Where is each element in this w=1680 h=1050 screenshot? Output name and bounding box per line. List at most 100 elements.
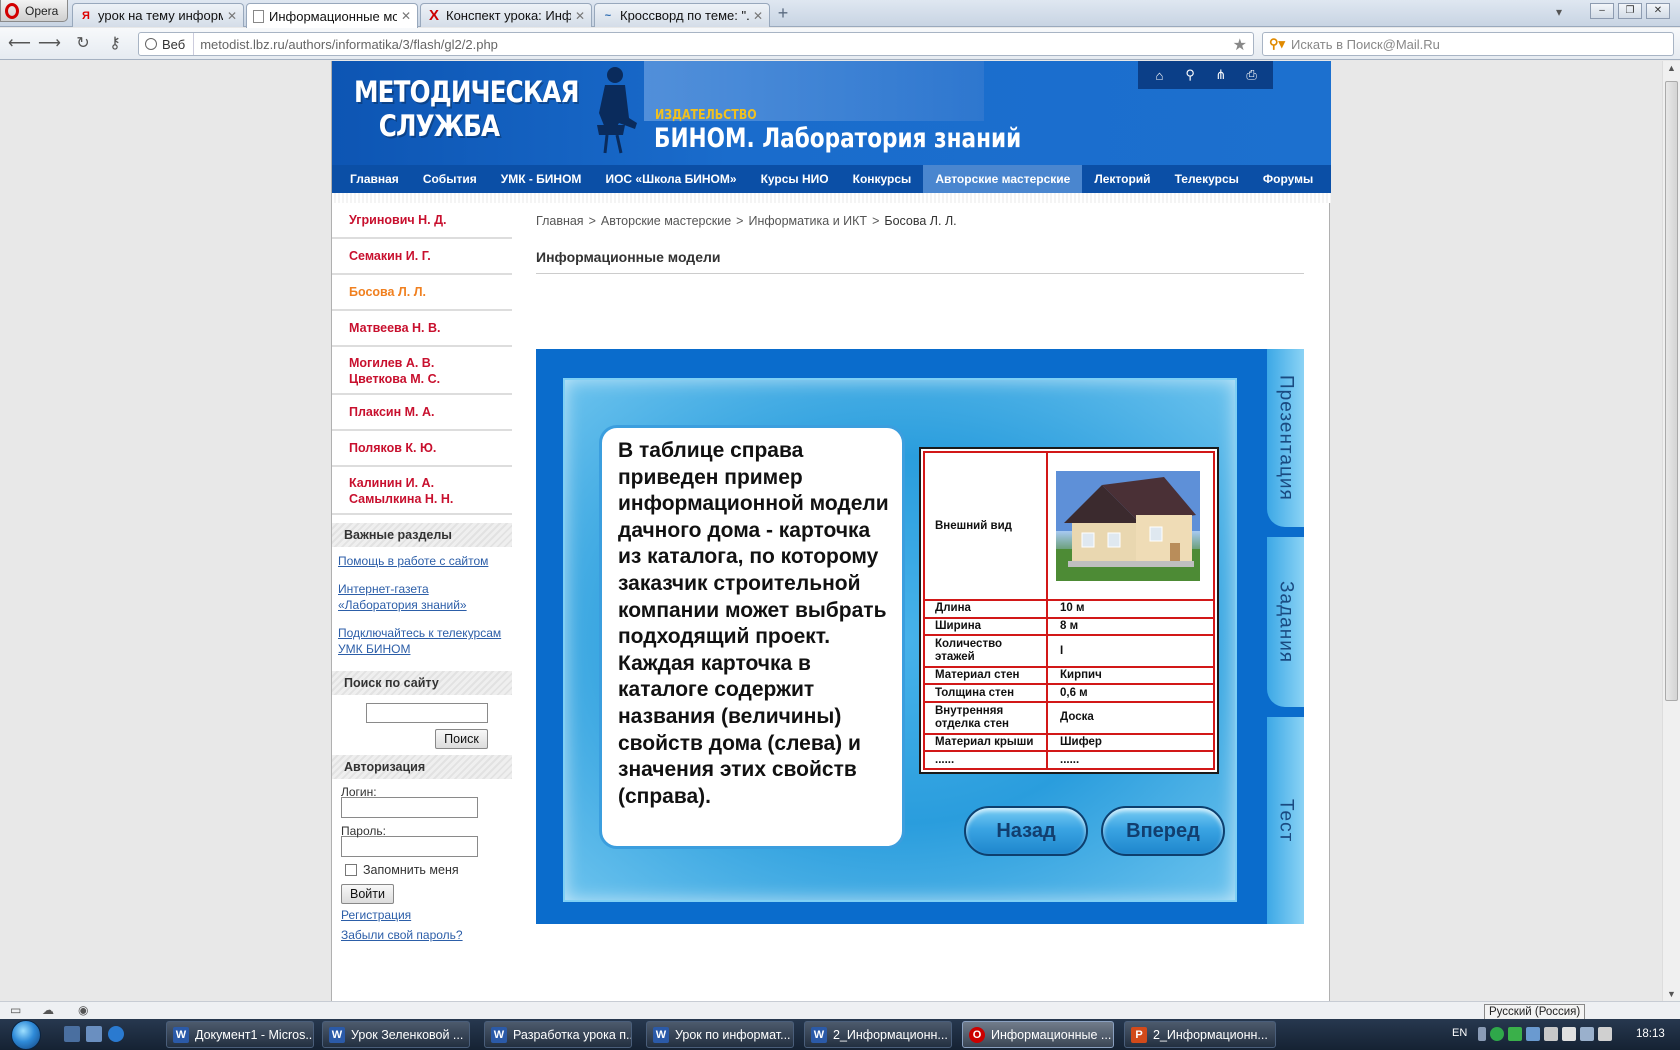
nav-item-workshops[interactable]: Авторские мастерские xyxy=(923,165,1083,193)
sidebar-author-link[interactable]: Плаксин М. А. xyxy=(332,395,512,431)
reload-icon[interactable]: ↻ xyxy=(72,33,94,55)
login-field[interactable] xyxy=(341,797,478,818)
login-button[interactable]: Войти xyxy=(341,884,394,904)
remember-checkbox[interactable] xyxy=(345,864,357,876)
nav-item-events[interactable]: События xyxy=(411,165,489,193)
taskbar-button-label: 2_Информационн... xyxy=(833,1027,948,1042)
home-icon[interactable]: ⌂ xyxy=(1149,68,1169,83)
telecourses-link[interactable]: Подключайтесь к телекурсам УМК БИНОМ xyxy=(332,615,512,659)
tab-tasks[interactable]: Задания xyxy=(1267,537,1304,707)
print-icon[interactable]: ⎙ xyxy=(1242,67,1262,83)
nav-item-umk[interactable]: УМК - БИНОМ xyxy=(489,165,594,193)
web-badge[interactable]: Веб xyxy=(139,33,195,55)
restore-icon[interactable]: ❐ xyxy=(1618,3,1642,19)
key-icon[interactable]: ⚷ xyxy=(104,33,126,55)
internet-explorer-icon[interactable] xyxy=(108,1026,124,1042)
sidebar-author-link[interactable]: Могилев А. В. Цветкова М. С. xyxy=(332,347,512,395)
taskbar-button[interactable]: W Урок по информат... xyxy=(646,1021,794,1048)
nav-item-telecourses[interactable]: Телекурсы xyxy=(1163,165,1251,193)
sidebar-author-link[interactable]: Поляков К. Ю. xyxy=(332,431,512,467)
url-field[interactable]: Веб metodist.lbz.ru/authors/informatika/… xyxy=(138,32,1254,56)
author-name: Калинин И. А. xyxy=(349,476,435,490)
close-icon[interactable]: ✕ xyxy=(575,9,585,23)
browser-tab[interactable]: Я урок на тему информ... ✕ xyxy=(72,3,244,27)
tray-app-icon[interactable] xyxy=(1544,1027,1558,1041)
sitemap-icon[interactable]: ⋔ xyxy=(1211,67,1231,83)
back-button[interactable]: Назад xyxy=(964,806,1088,856)
opera-menu-button[interactable]: Opera xyxy=(0,0,68,22)
browser-tab[interactable]: X Конспект урока: Инф... ✕ xyxy=(420,3,592,27)
panel-toggle-icon[interactable]: ▭ xyxy=(10,1003,21,1017)
forgot-password-link[interactable]: Забыли свой пароль? xyxy=(341,924,512,944)
nav-item-home[interactable]: Главная xyxy=(338,165,411,193)
sidebar-author-link-current[interactable]: Босова Л. Л. xyxy=(332,275,512,311)
taskbar-button[interactable]: W Разработка урока п... xyxy=(484,1021,632,1048)
breadcrumb-item[interactable]: Авторские мастерские xyxy=(601,214,731,228)
back-icon[interactable]: ⟵ xyxy=(8,33,31,55)
help-link[interactable]: Помощь в работе с сайтом xyxy=(332,547,512,571)
tab-presentation[interactable]: Презентация xyxy=(1267,349,1304,527)
taskbar-button-active[interactable]: O Информационные ... xyxy=(962,1021,1114,1048)
nav-item-courses[interactable]: Курсы НИО xyxy=(749,165,841,193)
taskbar-button[interactable]: W 2_Информационн... xyxy=(804,1021,952,1048)
nav-item-forums[interactable]: Форумы xyxy=(1251,165,1325,193)
bookmark-star-icon[interactable]: ★ xyxy=(1233,35,1247,55)
nav-item-ios[interactable]: ИОС «Школа БИНОМ» xyxy=(593,165,748,193)
tab-test[interactable]: Тест xyxy=(1267,717,1304,924)
volume-icon[interactable] xyxy=(1598,1027,1612,1041)
nav-item-contests[interactable]: Конкурсы xyxy=(841,165,924,193)
breadcrumb-item[interactable]: Главная xyxy=(536,214,584,228)
taskbar-button[interactable]: W Документ1 - Micros... xyxy=(166,1021,314,1048)
speed-dial-icon[interactable]: ◉ xyxy=(78,1003,88,1017)
forward-button[interactable]: Вперед xyxy=(1101,806,1225,856)
start-button[interactable] xyxy=(6,1019,46,1050)
close-icon[interactable]: ✕ xyxy=(401,9,411,23)
show-desktop-icon[interactable] xyxy=(64,1026,80,1042)
sidebar-author-link[interactable]: Калинин И. А. Самылкина Н. Н. xyxy=(332,467,512,515)
sidebar-author-link[interactable]: Матвеева Н. В. xyxy=(332,311,512,347)
flash-lesson-frame[interactable]: Презентация Задания Тест В таблице справ… xyxy=(536,349,1304,924)
tab-list-chevron-icon[interactable]: ▾ xyxy=(1556,5,1562,19)
sidebar-author-link[interactable]: Семакин И. Г. xyxy=(332,239,512,275)
scroll-down-icon[interactable]: ▼ xyxy=(1667,989,1676,999)
window-close-icon[interactable]: ✕ xyxy=(1646,3,1670,19)
close-icon[interactable]: ✕ xyxy=(227,9,237,23)
tray-expand-icon[interactable] xyxy=(1478,1027,1486,1041)
browser-search-field[interactable]: ⚲▾ Искать в Поиск@Mail.Ru xyxy=(1262,32,1674,56)
scroll-up-icon[interactable]: ▲ xyxy=(1667,63,1676,73)
page-scrollbar[interactable]: ▲ ▼ xyxy=(1662,61,1680,1001)
table-cell-value: ...... xyxy=(1046,750,1215,770)
x-site-icon: X xyxy=(428,7,439,24)
search-engine-icon[interactable]: ⚲▾ xyxy=(1263,33,1291,55)
browser-tab-active[interactable]: Информационные мо... ✕ xyxy=(246,3,418,28)
explorer-icon[interactable] xyxy=(86,1026,102,1042)
site-logo[interactable]: МЕТОДИЧЕСКАЯ СЛУЖБА xyxy=(354,75,579,143)
cloud-icon[interactable]: ☁ xyxy=(42,1003,54,1017)
minimize-icon[interactable]: – xyxy=(1590,3,1614,19)
sidebar-author-link[interactable]: Угринович Н. Д. xyxy=(332,203,512,239)
nav-item-lectures[interactable]: Лекторий xyxy=(1082,165,1162,193)
clock[interactable]: 18:13 xyxy=(1636,1028,1665,1040)
main-content: Главная > Авторские мастерские > Информатика… xyxy=(536,203,1304,1001)
search-icon[interactable]: ⚲ xyxy=(1180,67,1200,83)
breadcrumb-item[interactable]: Информатика и ИКТ xyxy=(748,214,867,228)
site-search-input[interactable] xyxy=(366,703,488,723)
password-field[interactable] xyxy=(341,836,478,857)
language-indicator[interactable]: EN xyxy=(1452,1027,1467,1039)
tray-app-icon[interactable] xyxy=(1562,1027,1576,1041)
tray-app-icon[interactable] xyxy=(1508,1027,1522,1041)
new-tab-button[interactable]: + xyxy=(774,4,792,22)
register-link[interactable]: Регистрация xyxy=(341,904,512,924)
scrollbar-thumb[interactable] xyxy=(1665,81,1678,701)
close-icon[interactable]: ✕ xyxy=(753,9,763,23)
taskbar-button[interactable]: W Урок Зеленковой ... xyxy=(322,1021,470,1048)
forward-icon[interactable]: ⟶ xyxy=(38,33,61,55)
remember-me[interactable]: Запомнить меня xyxy=(341,863,512,877)
network-icon[interactable] xyxy=(1580,1027,1594,1041)
taskbar-button[interactable]: P 2_Информационн... xyxy=(1124,1021,1276,1048)
site-search-button[interactable]: Поиск xyxy=(435,729,488,749)
newspaper-link[interactable]: Интернет-газета «Лаборатория знаний» xyxy=(332,571,512,615)
browser-tab[interactable]: ~ Кроссворд по теме: "... ✕ xyxy=(594,3,770,27)
tray-app-icon[interactable] xyxy=(1490,1027,1504,1041)
tray-app-icon[interactable] xyxy=(1526,1027,1540,1041)
